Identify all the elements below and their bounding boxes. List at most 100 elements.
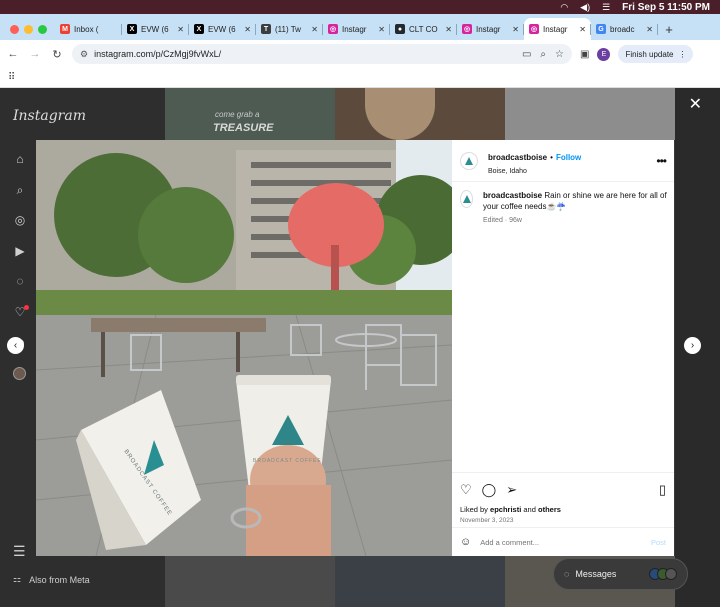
zoom-window-button[interactable] [38, 24, 47, 34]
share-icon[interactable]: ➢ [506, 482, 517, 498]
post-comment-button[interactable]: Post [651, 538, 666, 547]
post-username[interactable]: broadcastboise [488, 153, 547, 162]
address-url[interactable]: instagram.com/p/CzMgj9fvWxL/ [94, 49, 516, 59]
close-tab-icon[interactable]: ✕ [244, 25, 251, 34]
tab-title: broadc [610, 24, 635, 34]
cast-icon[interactable]: ▭ [522, 49, 531, 60]
browser-toolbar: ← → ↻ ⚙ instagram.com/p/CzMgj9fvWxL/ ▭ ⌕… [0, 40, 720, 68]
messenger-icon[interactable]: ◌ [12, 273, 28, 289]
browser-tab[interactable]: ◎ Instagr ✕ [524, 18, 591, 40]
finish-update-button[interactable]: Finish update ⋮ [618, 45, 694, 63]
save-bookmark-icon[interactable]: ▯ [659, 482, 666, 498]
bookmark-star-icon[interactable]: ☆ [555, 49, 564, 60]
next-post-icon[interactable]: › [684, 337, 701, 354]
also-from-meta[interactable]: ⚏ Also from Meta [13, 574, 90, 585]
finish-update-label: Finish update [625, 49, 674, 59]
more-options-icon[interactable]: ••• [656, 154, 667, 168]
tab-title: (11) Tw [275, 24, 301, 34]
forward-icon[interactable]: → [28, 47, 42, 61]
close-window-button[interactable] [10, 24, 19, 34]
bg-tile: come grab a TREASURE [165, 88, 335, 140]
liked-by: Liked by epchristi and others [460, 505, 666, 514]
reels-icon[interactable]: ▶ [12, 243, 28, 259]
post-photo[interactable]: BROADCAST COFFEE BROADCAST COFFEE [36, 140, 452, 556]
minimize-window-button[interactable] [24, 24, 33, 34]
address-bar[interactable]: ⚙ instagram.com/p/CzMgj9fvWxL/ ▭ ⌕ ☆ [72, 44, 572, 64]
messages-label: Messages [575, 569, 617, 579]
liked-by-and: and [521, 505, 538, 514]
browser-tab[interactable]: ◎ Instagr ✕ [323, 18, 390, 40]
apps-grid-icon[interactable]: ⠿ [8, 72, 15, 83]
messages-button[interactable]: ◌ Messages [553, 558, 688, 590]
gmail-icon: M [60, 24, 70, 34]
browser-tab[interactable]: T (11) Tw ✕ [256, 18, 323, 40]
broadcast-logo-icon [462, 195, 471, 203]
post-photo-illustration [36, 140, 452, 556]
bg-tile-title: TREASURE [213, 122, 274, 134]
close-tab-icon[interactable]: ✕ [646, 25, 653, 34]
browser-tab[interactable]: ◎ Instagr ✕ [457, 18, 524, 40]
previous-post-icon[interactable]: ‹ [7, 337, 24, 354]
menubar-clock[interactable]: Fri Sep 5 11:50 PM [622, 2, 710, 13]
window-controls [6, 18, 55, 40]
tab-title: Instagr [342, 24, 367, 34]
google-icon: G [596, 24, 606, 34]
instagram-logo[interactable]: Instagram [13, 108, 86, 124]
profile-avatar-nav[interactable] [13, 367, 26, 380]
comment-input[interactable]: Add a comment... [480, 538, 651, 547]
browser-tab[interactable]: M Inbox ( [55, 18, 122, 40]
close-tab-icon[interactable]: ✕ [445, 25, 452, 34]
emoji-icon[interactable]: ☺ [460, 536, 471, 548]
post-location[interactable]: Boise, Idaho [488, 168, 656, 175]
macos-menubar: ◠ ◀) ☰ Fri Sep 5 11:50 PM [0, 0, 720, 14]
home-icon[interactable]: ⌂ [12, 151, 28, 167]
caption-avatar[interactable] [460, 190, 473, 208]
side-panel-icon[interactable]: ▣ [580, 49, 589, 60]
bg-tile-caption: come grab a [215, 110, 260, 119]
like-heart-icon[interactable]: ♡ [460, 482, 472, 498]
separator-dot: • [550, 152, 553, 162]
explore-icon[interactable]: ◎ [12, 212, 28, 228]
close-tab-icon[interactable]: ✕ [579, 25, 586, 34]
browser-tab[interactable]: X EVW (6 ✕ [189, 18, 256, 40]
post-date: November 3, 2023 [460, 517, 514, 524]
browser-tab[interactable]: ● CLT CO ✕ [390, 18, 457, 40]
follow-button[interactable]: Follow [556, 153, 581, 162]
instagram-icon: ◎ [328, 24, 338, 34]
message-avatars [649, 568, 677, 580]
close-modal-icon[interactable]: ✕ [689, 94, 702, 114]
broadcast-logo-icon [465, 156, 473, 165]
close-tab-icon[interactable]: ✕ [512, 25, 519, 34]
github-icon: ● [395, 24, 405, 34]
new-tab-button[interactable]: + [658, 18, 680, 40]
bg-tile [505, 88, 675, 140]
browser-tab[interactable]: X EVW (6 ✕ [122, 18, 189, 40]
x-icon: X [194, 24, 204, 34]
wifi-icon[interactable]: ◠ [560, 2, 568, 13]
post-caption: broadcastboise Rain or shine we are here… [460, 190, 668, 226]
comment-icon[interactable]: ◯ [482, 482, 497, 498]
post-modal: BROADCAST COFFEE BROADCAST COFFEE broadc… [36, 140, 674, 556]
site-info-icon[interactable]: ⚙ [80, 49, 88, 60]
account-avatar[interactable] [460, 151, 478, 170]
tab-title: EVW (6 [141, 24, 169, 34]
profile-avatar[interactable]: E [597, 47, 611, 61]
tab-title: Inbox ( [74, 24, 99, 34]
reload-icon[interactable]: ↻ [50, 47, 64, 61]
zoom-icon[interactable]: ⌕ [540, 49, 546, 60]
close-tab-icon[interactable]: ✕ [378, 25, 385, 34]
browser-tab[interactable]: Gbroadc ✕ [591, 18, 658, 40]
volume-icon[interactable]: ◀) [580, 2, 590, 13]
edited-label: Edited [483, 217, 503, 224]
more-menu-icon[interactable]: ☰ [13, 543, 26, 560]
liked-by-others[interactable]: others [538, 505, 561, 514]
liked-by-user[interactable]: epchristi [490, 505, 521, 514]
close-tab-icon[interactable]: ✕ [311, 25, 318, 34]
post-details-panel: broadcastboise • Follow Boise, Idaho ••• b… [452, 140, 674, 556]
control-center-icon[interactable]: ☰ [602, 2, 610, 13]
back-icon[interactable]: ← [6, 47, 20, 61]
meta-grid-icon: ⚏ [13, 574, 22, 584]
search-icon[interactable]: ⌕ [12, 182, 28, 198]
close-tab-icon[interactable]: ✕ [177, 25, 184, 34]
caption-username[interactable]: broadcastboise [483, 191, 542, 200]
